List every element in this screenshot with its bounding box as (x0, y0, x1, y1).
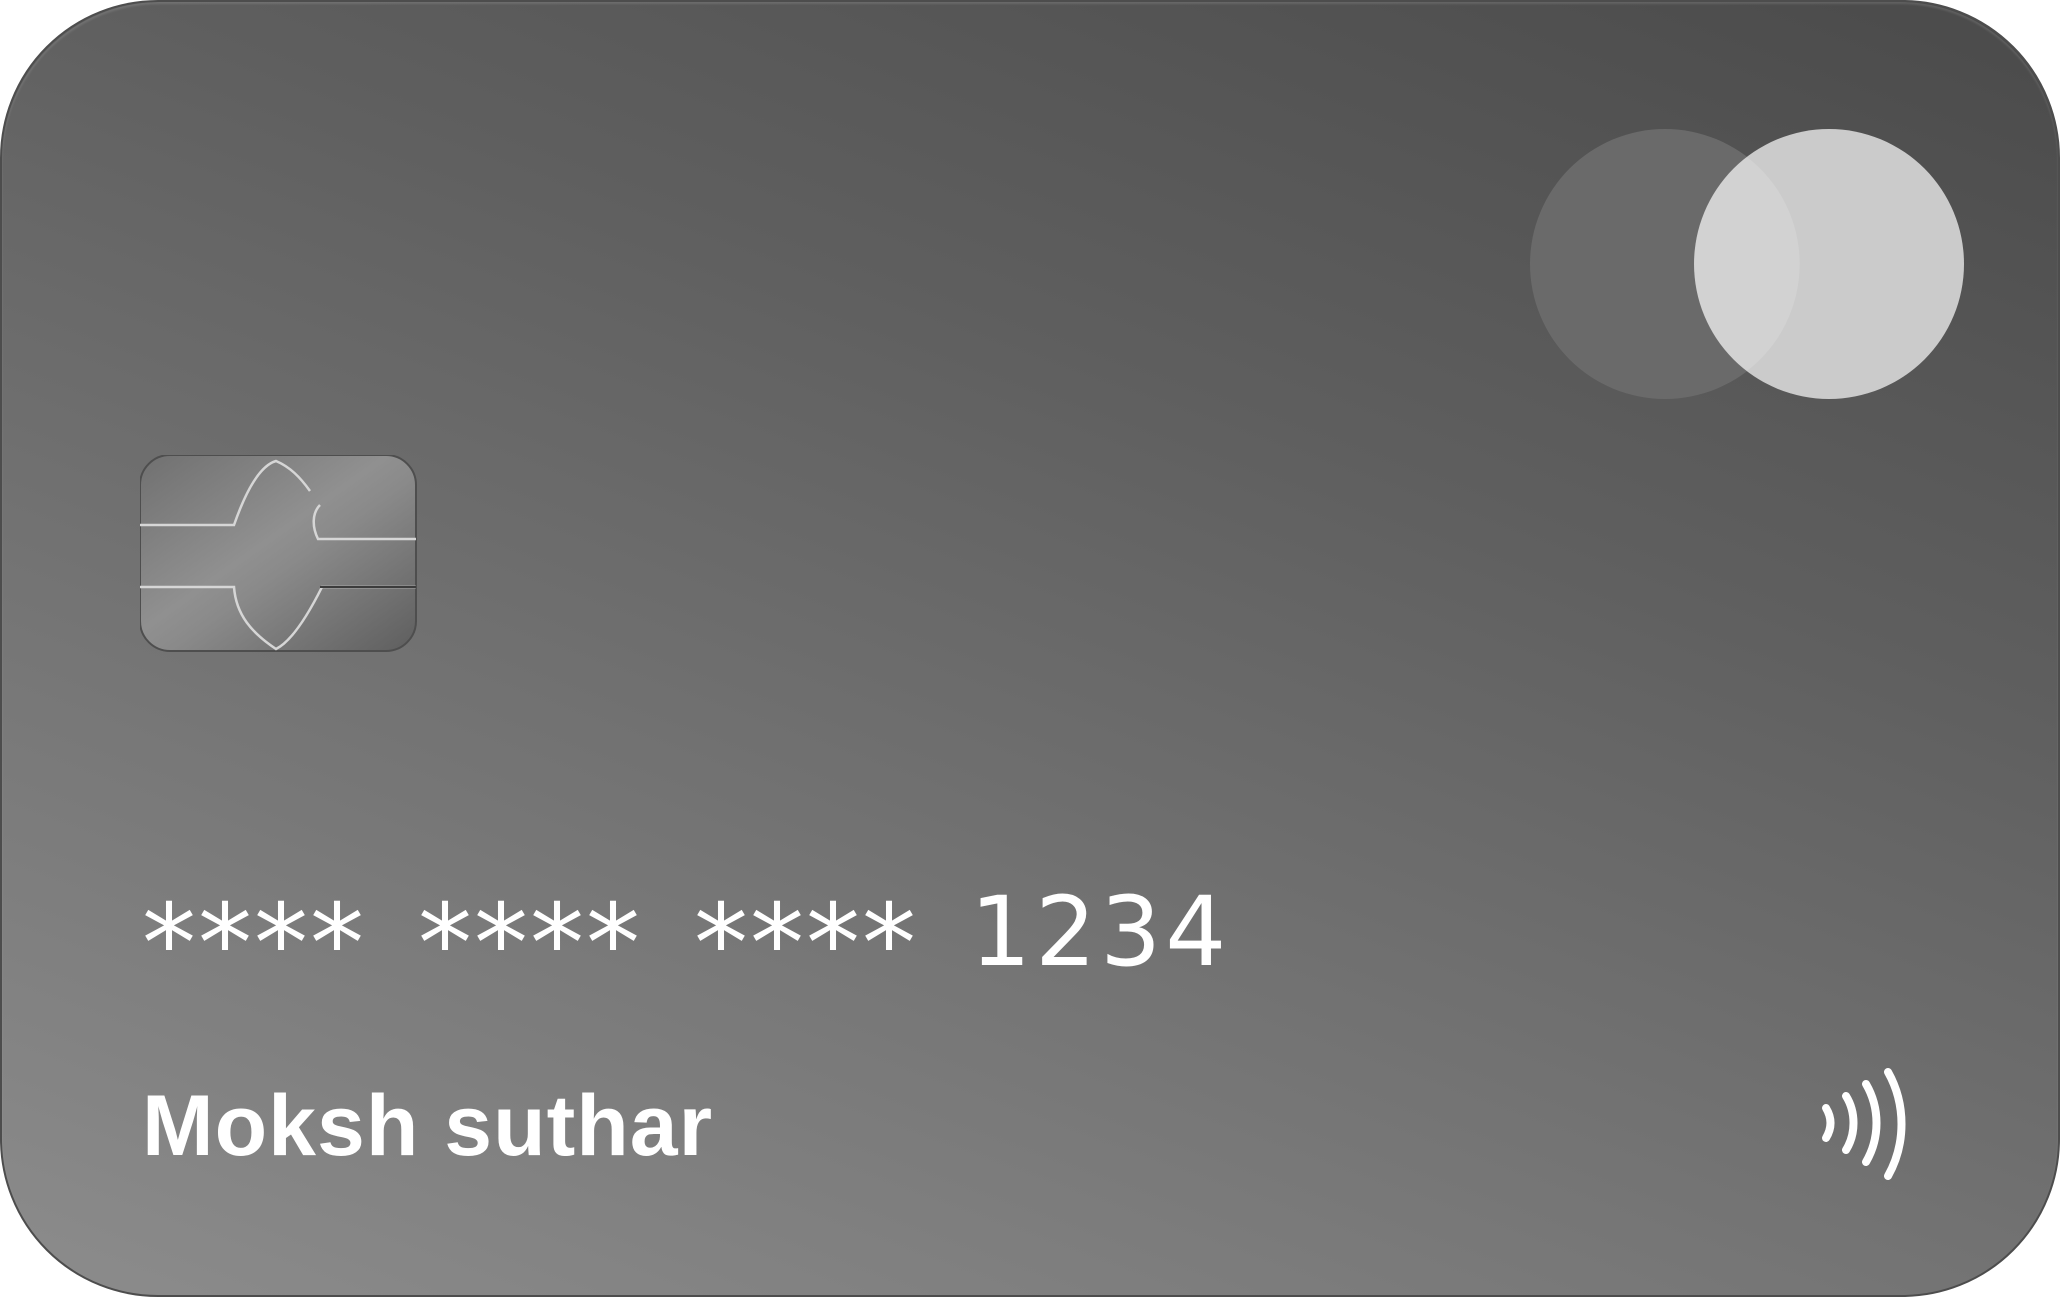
card-number-group-3: **** (694, 881, 918, 1007)
card-number-group-1: **** (142, 881, 366, 1007)
brand-logo-icon (1530, 129, 1964, 399)
cardholder-name: Moksh suthar (142, 1078, 714, 1174)
emv-chip-icon (140, 455, 417, 652)
card-number-last4: 1234 (970, 876, 1231, 988)
payment-card: **** **** **** 1234 Moksh suthar (0, 0, 2060, 1297)
contactless-icon (1822, 1068, 1906, 1180)
card-number-group-2: **** (418, 881, 642, 1007)
card-number: **** **** **** 1234 (142, 876, 1230, 1007)
